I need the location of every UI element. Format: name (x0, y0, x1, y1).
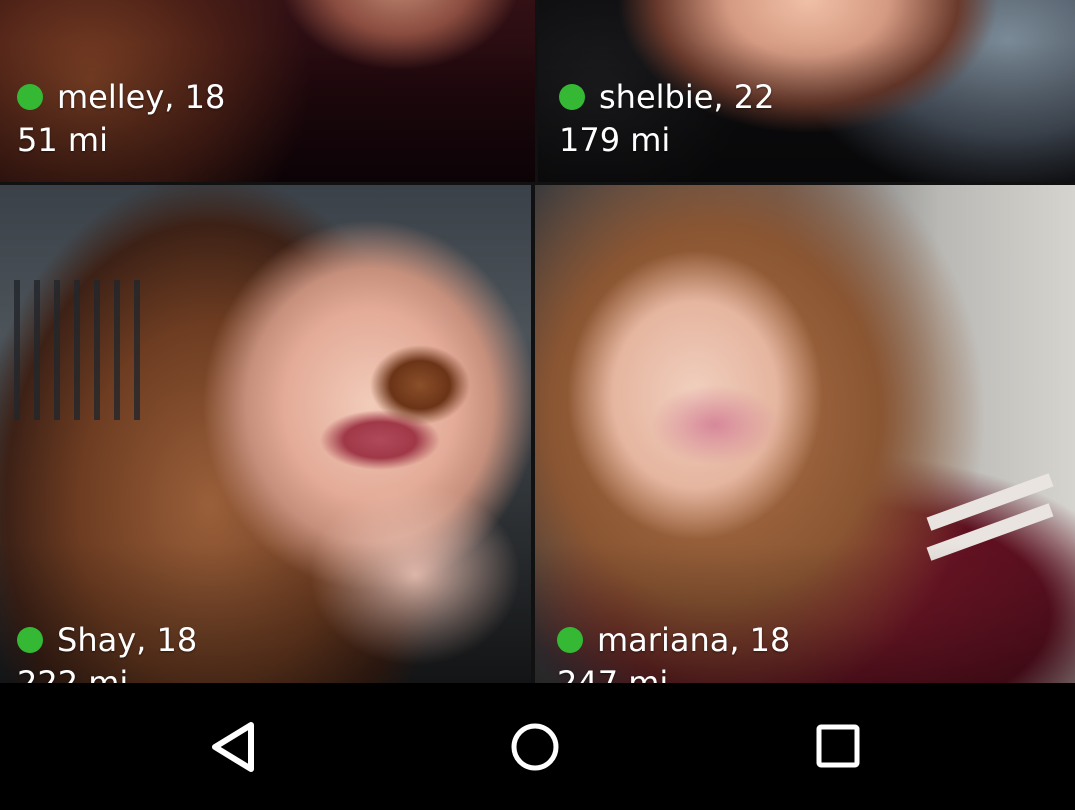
recents-button[interactable] (809, 717, 869, 777)
recents-square-icon (816, 724, 860, 768)
online-status-icon (17, 84, 43, 110)
profile-caption: shelbie, 22 179 mi (559, 80, 774, 158)
home-circle-icon (511, 723, 559, 771)
profile-name-age: shelbie, 22 (599, 78, 775, 116)
online-status-icon (557, 627, 583, 653)
profile-card-melley[interactable]: melley, 18 51 mi (0, 0, 535, 182)
profile-name-age: Shay, 18 (57, 621, 198, 659)
profile-caption: Shay, 18 222 mi (17, 623, 197, 683)
online-status-icon (17, 627, 43, 653)
profile-distance: 247 mi (557, 664, 669, 683)
back-triangle-icon (212, 722, 254, 772)
profile-grid: melley, 18 51 mi shelbie, 22 179 mi Shay… (0, 0, 1075, 683)
system-navigation-bar (0, 683, 1075, 810)
profile-name-age: melley, 18 (57, 78, 226, 116)
profile-distance: 222 mi (17, 664, 129, 683)
profile-card-shay[interactable]: Shay, 18 222 mi (0, 185, 531, 683)
profile-name-age: mariana, 18 (597, 621, 791, 659)
online-status-icon (559, 84, 585, 110)
profile-distance: 51 mi (17, 121, 108, 159)
profile-caption: melley, 18 51 mi (17, 80, 225, 158)
back-button[interactable] (203, 717, 263, 777)
profile-card-shelbie[interactable]: shelbie, 22 179 mi (538, 0, 1075, 182)
profile-distance: 179 mi (559, 121, 671, 159)
app-screen: melley, 18 51 mi shelbie, 22 179 mi Shay… (0, 0, 1075, 810)
home-button[interactable] (505, 717, 565, 777)
profile-caption: mariana, 18 247 mi (557, 623, 790, 683)
profile-card-mariana[interactable]: mariana, 18 247 mi (535, 185, 1075, 683)
